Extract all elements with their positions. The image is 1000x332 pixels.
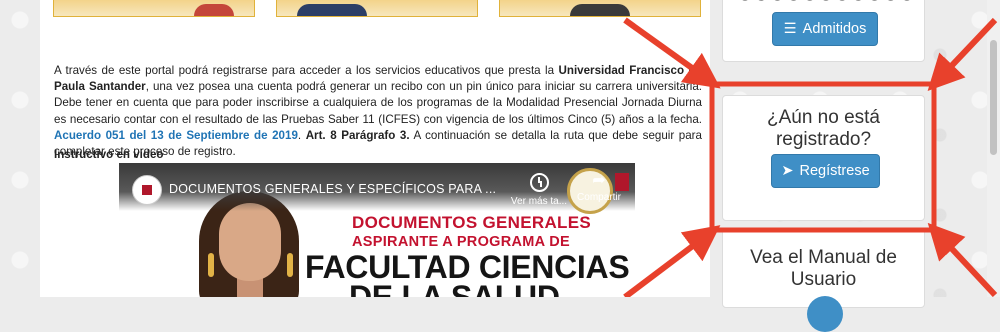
video-label: Instructivo en video — [54, 148, 164, 161]
program-thumbnail[interactable] — [53, 0, 255, 17]
registration-title-line1: ¿Aún no está — [766, 107, 881, 128]
agreement-link[interactable]: Acuerdo 051 del 13 de Septiembre de 2019 — [54, 129, 298, 142]
watch-later-button[interactable]: Ver más ta... — [509, 173, 569, 207]
thumbnail-figure — [297, 4, 367, 16]
thumbnail-heading-1: DOCUMENTOS GENERALES — [352, 213, 591, 232]
registration-title: ¿Aún no está registrado? — [723, 107, 924, 151]
sidebar: ☰ Admitidos ¿Aún no está registrado? ➤ R… — [722, 0, 925, 332]
admitidos-button[interactable]: ☰ Admitidos — [772, 12, 878, 46]
intro-text: , una vez posea una cuenta podrá generar… — [54, 80, 702, 126]
watch-later-label: Ver más ta... — [510, 196, 568, 207]
university-logo-icon — [615, 173, 629, 191]
channel-avatar[interactable] — [132, 175, 162, 205]
thumbnail-figure — [570, 4, 630, 16]
thumbnail-heading-2: ASPIRANTE A PROGRAMA DE — [352, 234, 570, 250]
scrollbar[interactable] — [987, 0, 1000, 297]
intro-space: . — [297, 128, 306, 142]
share-label: Compartir — [577, 192, 621, 203]
scrollbar-thumb[interactable] — [990, 40, 997, 155]
person-face — [219, 203, 281, 281]
channel-logo-icon — [142, 185, 152, 195]
program-thumbnail[interactable] — [499, 0, 701, 17]
article-reference: Art. 8 Parágrafo 3. — [305, 128, 410, 142]
card-heading-partial — [741, 0, 911, 1]
intro-paragraph: A través de este portal podrá registrars… — [54, 63, 702, 160]
registration-title-line2: registrado? — [775, 129, 872, 150]
clock-icon — [529, 173, 549, 192]
manual-icon[interactable] — [807, 296, 843, 332]
earring — [208, 253, 214, 277]
manual-card: Vea el Manual de Usuario — [722, 228, 925, 332]
registration-card: ¿Aún no está registrado? ➤ Regístrese — [722, 95, 925, 221]
register-label: Regístrese — [799, 163, 870, 179]
main-content: A través de este portal podrá registrars… — [40, 0, 710, 297]
admitidos-card: ☰ Admitidos — [722, 0, 925, 62]
video-title[interactable]: DOCUMENTOS GENERALES Y ESPECÍFICOS PARA … — [169, 182, 496, 196]
manual-title-line2: Usuario — [790, 269, 857, 290]
manual-title: Vea el Manual de Usuario — [723, 247, 924, 291]
video-player[interactable]: DOCUMENTOS GENERALES ASPIRANTE A PROGRAM… — [119, 163, 635, 297]
thumbnail-figure — [194, 4, 234, 16]
thumbnail-heading-4: DE LA SALUD — [349, 279, 560, 297]
earring — [287, 253, 293, 277]
program-thumbnail[interactable] — [276, 0, 478, 17]
paper-plane-icon: ➤ — [781, 163, 794, 179]
admitidos-label: Admitidos — [802, 21, 867, 37]
manual-title-line1: Vea el Manual de — [750, 247, 897, 268]
register-button[interactable]: ➤ Regístrese — [771, 154, 880, 188]
intro-text: A través de este portal podrá registrars… — [54, 64, 559, 77]
list-icon: ☰ — [783, 21, 797, 37]
